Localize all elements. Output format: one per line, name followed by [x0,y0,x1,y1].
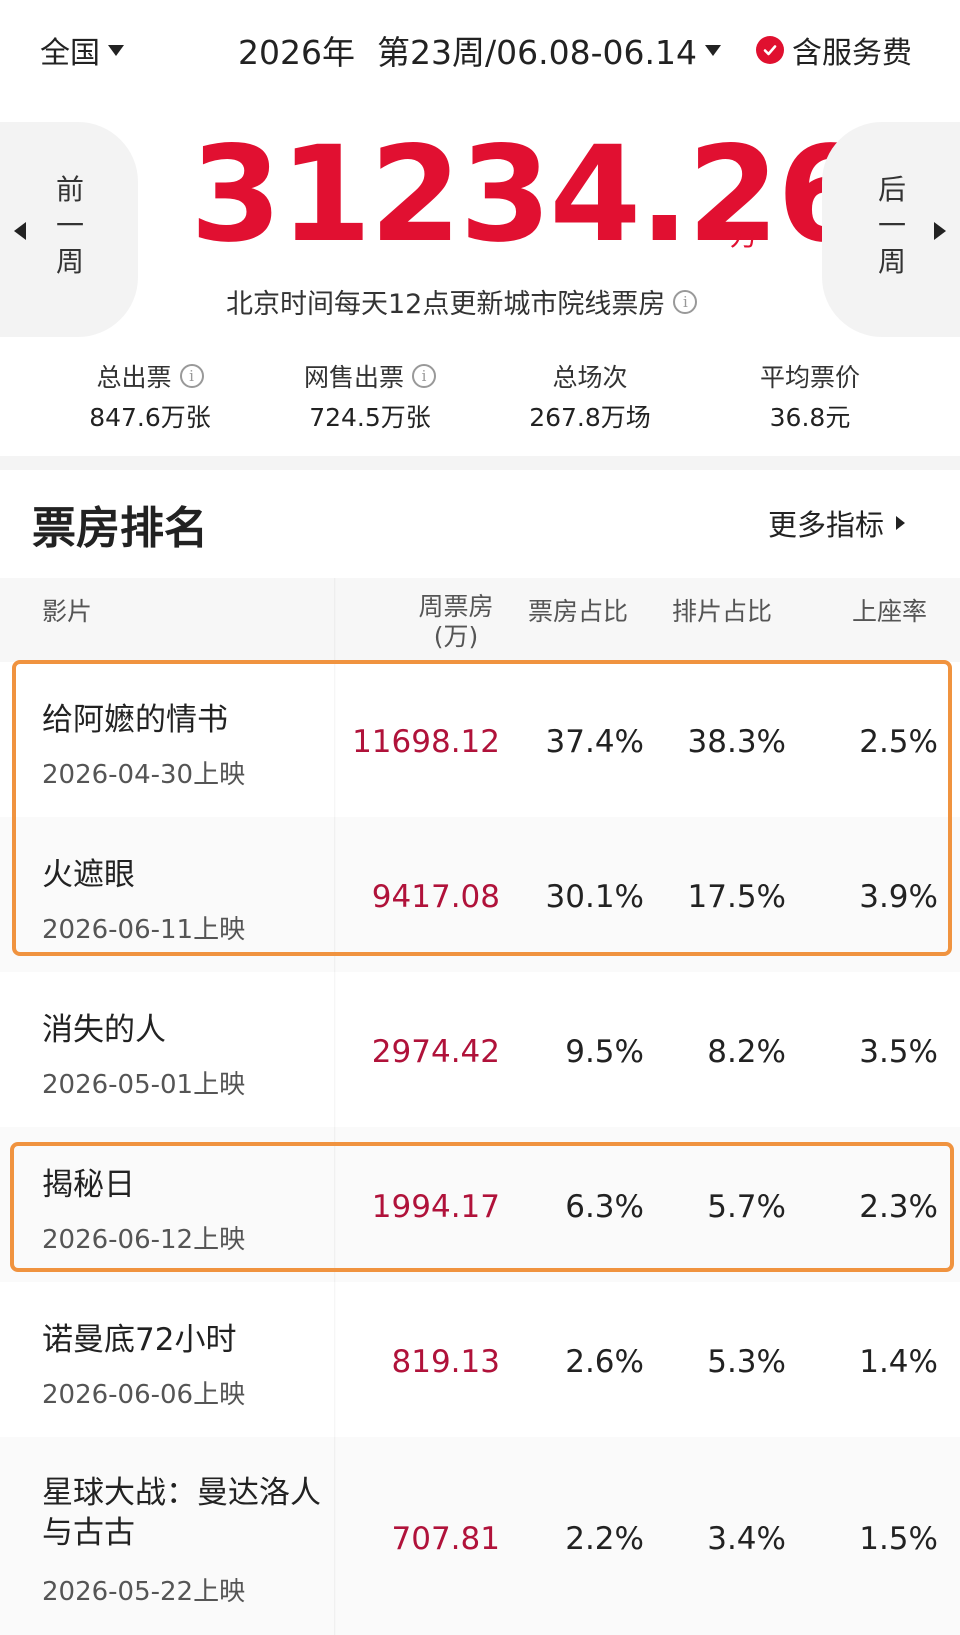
update-note-text: 北京时间每天12点更新城市院线票房 [226,289,666,320]
weekly-box-office: 11698.12 [352,724,500,760]
more-metrics-label: 更多指标 [768,508,885,542]
next-week-label: 后一周 [877,173,906,278]
box-share: 9.5% [565,1034,644,1070]
box-share: 37.4% [545,724,644,760]
update-note: 北京时间每天12点更新城市院线票房 i [226,282,698,321]
weekly-box-office: 819.13 [391,1344,500,1380]
info-icon[interactable]: i [412,364,436,388]
table-header: 影片 周票房(万) 票房占比 排片占比 上座率 [0,578,960,662]
film-name: 给阿嬷的情书 [42,702,228,738]
stat-value: 847.6万张 [89,403,211,432]
chevron-right-icon [896,516,906,530]
release-date: 2026-04-30上映 [42,760,246,790]
occupancy-rate: 3.5% [859,1034,938,1070]
next-week-button[interactable]: 后一周 [822,122,960,337]
table-row[interactable]: 揭秘日 2026-06-12上映 1994.17 6.3% 5.7% 2.3% [0,1127,960,1282]
schedule-share: 38.3% [687,724,786,760]
column-schedule-share[interactable]: 排片占比 [672,592,772,628]
arrow-right-icon [934,222,946,240]
box-share: 6.3% [565,1189,644,1225]
release-date: 2026-05-22上映 [42,1577,246,1607]
stat-total-shows: 总场次 267.8万场 [480,358,700,448]
column-occupancy[interactable]: 上座率 [852,592,927,628]
prev-week-label: 前一周 [55,173,84,278]
film-name: 火遮眼 [42,857,135,893]
table-row[interactable]: 星球大战：曼达洛人与古古 2026-05-22上映 707.81 2.2% 3.… [0,1437,960,1635]
schedule-share: 17.5% [687,879,786,915]
occupancy-rate: 1.4% [859,1344,938,1380]
more-metrics-link[interactable]: 更多指标 [768,502,906,544]
film-name: 星球大战：曼达洛人与古古 [42,1475,321,1551]
service-fee-label: 含服务费 [792,36,912,71]
weekly-box-office: 707.81 [391,1521,500,1557]
region-label: 全国 [40,36,100,71]
column-shadow [334,578,336,1635]
table-row[interactable]: 诺曼底72小时 2026-06-06上映 819.13 2.6% 5.3% 1.… [0,1282,960,1437]
week-label: 第23周/06.08-06.14 [376,33,697,72]
occupancy-rate: 3.9% [859,879,938,915]
arrow-left-icon [14,222,26,240]
section-divider [0,456,960,470]
film-name: 诺曼底72小时 [42,1322,237,1358]
film-name: 揭秘日 [42,1167,135,1203]
film-name: 消失的人 [42,1012,166,1048]
stat-total-tickets: 总出票 i 847.6万张 [40,358,260,448]
dropdown-caret-icon [704,44,721,56]
ranking-title: 票房排名 [32,503,208,554]
schedule-share: 5.7% [707,1189,786,1225]
stat-label: 总场次 [552,363,628,392]
table-row[interactable]: 给阿嬷的情书 2026-04-30上映 11698.12 37.4% 38.3%… [0,662,960,817]
info-icon[interactable]: i [673,289,698,314]
box-share: 2.2% [565,1521,644,1557]
occupancy-rate: 2.5% [859,724,938,760]
weekly-box-office: 1994.17 [371,1189,500,1225]
box-office-unit: 万 [730,219,759,252]
period-selector[interactable]: 2026年 第23周/06.08-06.14 [238,26,721,74]
column-film: 影片 [42,597,93,626]
schedule-share: 3.4% [707,1521,786,1557]
column-box-share[interactable]: 票房占比 [528,592,628,628]
stat-value: 36.8元 [769,403,851,432]
stat-value: 724.5万张 [309,403,431,432]
stat-avg-price: 平均票价 36.8元 [700,358,920,448]
service-fee-toggle[interactable]: 含服务费 [756,28,912,72]
dropdown-caret-icon [108,44,124,56]
release-date: 2026-06-12上映 [42,1225,246,1255]
table-row[interactable]: 火遮眼 2026-06-11上映 9417.08 30.1% 17.5% 3.9… [0,817,960,972]
stats-row: 总出票 i 847.6万张 网售出票 i 724.5万张 总场次 267.8万场… [0,358,960,448]
release-date: 2026-05-01上映 [42,1070,246,1100]
prev-week-button[interactable]: 前一周 [0,122,138,337]
occupancy-rate: 2.3% [859,1189,938,1225]
stat-value: 267.8万场 [529,403,651,432]
table-row[interactable]: 消失的人 2026-05-01上映 2974.42 9.5% 8.2% 3.5% [0,972,960,1127]
stat-label: 总出票 [96,363,172,392]
total-box-office: 31234.26 [190,118,869,272]
top-bar: 全国 2026年 第23周/06.08-06.14 含服务费 [0,0,960,110]
occupancy-rate: 1.5% [859,1521,938,1557]
column-box-office[interactable]: 周票房(万) [410,592,502,652]
release-date: 2026-06-11上映 [42,915,246,945]
weekly-box-office: 9417.08 [371,879,500,915]
region-selector[interactable]: 全国 [40,28,124,72]
weekly-box-office: 2974.42 [371,1034,500,1070]
year-label: 2026年 [238,33,355,72]
schedule-share: 8.2% [707,1034,786,1070]
stat-label: 网售出票 [303,363,404,392]
schedule-share: 5.3% [707,1344,786,1380]
hero-section: 前一周 31234.26 万 北京时间每天12点更新城市院线票房 i 后一周 [0,122,960,337]
stat-label: 平均票价 [759,363,860,392]
release-date: 2026-06-06上映 [42,1380,246,1410]
check-circle-icon [756,36,784,64]
stat-online-tickets: 网售出票 i 724.5万张 [260,358,480,448]
box-share: 2.6% [565,1344,644,1380]
info-icon[interactable]: i [179,364,204,388]
box-share: 30.1% [545,879,644,915]
